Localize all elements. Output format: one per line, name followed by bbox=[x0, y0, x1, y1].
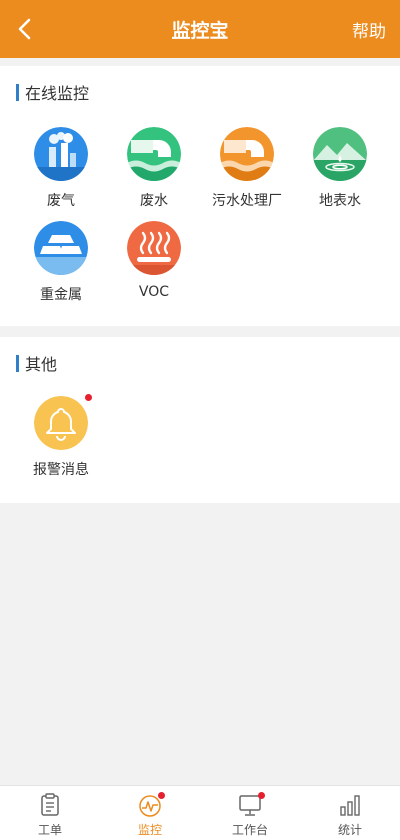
section-accent-bar bbox=[16, 83, 19, 101]
tab-label: 统计 bbox=[337, 823, 362, 837]
section-title-online: 在线监控 bbox=[16, 80, 89, 104]
back-button[interactable] bbox=[10, 14, 40, 44]
desktop-icon bbox=[237, 792, 265, 817]
monitor-gauge-icon bbox=[137, 792, 165, 817]
help-button[interactable]: 帮助 bbox=[352, 17, 386, 42]
section-accent-bar bbox=[16, 354, 19, 372]
waste-water-icon bbox=[127, 127, 181, 181]
online-monitoring-section: 在线监控 废气 废水 污水处理厂 地表水 重金属 VOC bbox=[0, 66, 400, 326]
tab-workbench[interactable]: 工作台 bbox=[200, 786, 300, 840]
tab-label: 工作台 bbox=[231, 823, 268, 837]
grid-item-heavy-metal[interactable]: 重金属 bbox=[14, 221, 108, 305]
notification-dot bbox=[158, 792, 165, 799]
grid-item-waste-water[interactable]: 废水 bbox=[107, 127, 201, 211]
waste-gas-icon bbox=[34, 127, 88, 181]
surface-water-icon bbox=[313, 127, 367, 181]
section-title-text: 其他 bbox=[25, 355, 58, 374]
app-header: 监控宝 帮助 bbox=[0, 0, 400, 58]
grid-item-surface-water[interactable]: 地表水 bbox=[293, 127, 387, 211]
sewage-plant-icon bbox=[220, 127, 274, 181]
grid-item-label: 污水处理厂 bbox=[212, 193, 282, 209]
tab-label: 工单 bbox=[37, 823, 62, 837]
other-section: 其他 报警消息 bbox=[0, 337, 400, 503]
clipboard-icon bbox=[37, 793, 63, 817]
voc-icon bbox=[127, 221, 181, 275]
grid-item-alarm-messages[interactable]: 报警消息 bbox=[14, 394, 108, 480]
heavy-metal-icon bbox=[34, 221, 88, 275]
bell-icon bbox=[34, 396, 88, 450]
grid-item-label: 废水 bbox=[140, 193, 168, 209]
grid-item-label: 报警消息 bbox=[33, 462, 89, 478]
chevron-left-icon bbox=[18, 18, 31, 40]
grid-item-label: 重金属 bbox=[40, 287, 82, 303]
section-title-text: 在线监控 bbox=[25, 84, 90, 103]
grid-item-waste-gas[interactable]: 废气 bbox=[14, 127, 108, 211]
grid-item-sewage-plant[interactable]: 污水处理厂 bbox=[200, 127, 294, 211]
grid-item-label: VOC bbox=[138, 284, 170, 300]
grid-item-label: 地表水 bbox=[319, 193, 361, 209]
grid-item-label: 废气 bbox=[47, 193, 75, 209]
notification-dot bbox=[258, 792, 265, 799]
page-title: 监控宝 bbox=[171, 19, 229, 42]
bottom-tab-bar: 工单 监控 工作台 统计 bbox=[0, 785, 400, 840]
tab-monitoring[interactable]: 监控 bbox=[100, 786, 200, 840]
tab-label: 监控 bbox=[137, 823, 162, 837]
tab-statistics[interactable]: 统计 bbox=[300, 786, 400, 840]
grid-item-voc[interactable]: VOC bbox=[107, 221, 201, 305]
notification-dot bbox=[85, 394, 92, 401]
section-title-other: 其他 bbox=[16, 351, 57, 375]
tab-work-order[interactable]: 工单 bbox=[0, 786, 100, 840]
bar-chart-icon bbox=[337, 793, 363, 817]
